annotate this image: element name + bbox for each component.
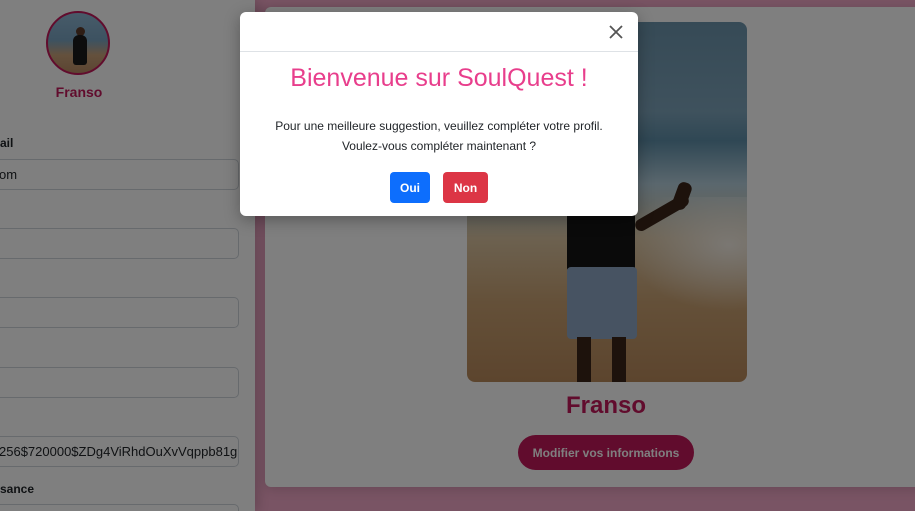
modal-message-line-2: Voulez-vous compléter maintenant ? xyxy=(341,139,537,153)
modal-message: Pour une meilleure suggestion, veuillez … xyxy=(240,116,638,156)
close-button[interactable] xyxy=(608,22,628,42)
modal-message-line-1: Pour une meilleure suggestion, veuillez … xyxy=(275,119,603,133)
modal-title: Bienvenue sur SoulQuest ! xyxy=(290,64,588,92)
close-icon xyxy=(609,25,623,39)
yes-button[interactable]: Oui xyxy=(390,172,430,203)
no-button[interactable]: Non xyxy=(443,172,488,203)
modal-header xyxy=(240,12,638,52)
welcome-modal: Bienvenue sur SoulQuest ! Pour une meill… xyxy=(240,12,638,216)
